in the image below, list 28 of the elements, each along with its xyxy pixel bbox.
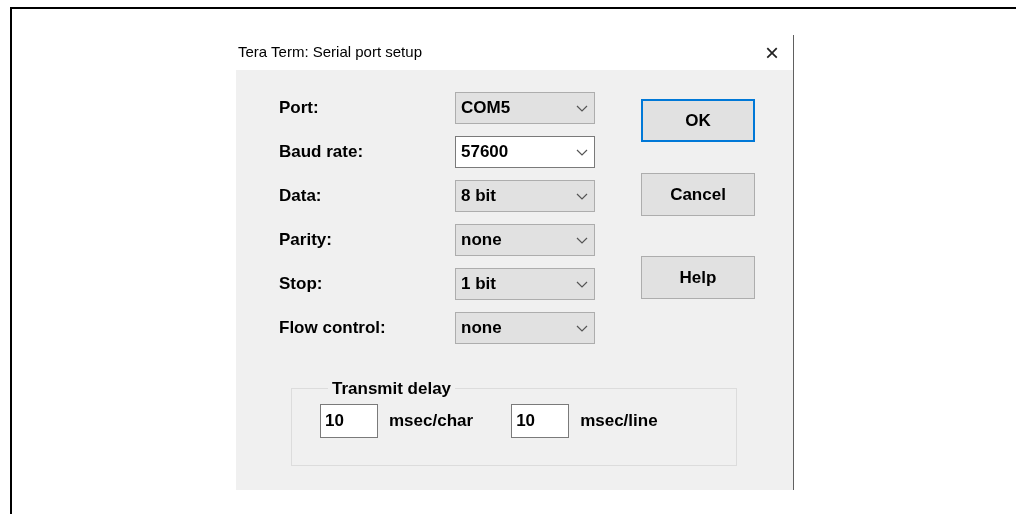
input-field[interactable]: 10 bbox=[511, 403, 570, 438]
window-title: Tera Term: Serial port setup bbox=[238, 42, 422, 63]
dropdown-field[interactable]: none bbox=[455, 224, 595, 256]
chevron-down-icon bbox=[576, 324, 588, 332]
dropdown-field[interactable]: COM5 bbox=[455, 92, 595, 124]
chevron-down-icon bbox=[576, 148, 588, 156]
dropdown-field[interactable]: none bbox=[455, 312, 595, 344]
chevron-down-icon bbox=[576, 280, 588, 288]
dropdown-field[interactable]: 8 bit bbox=[455, 180, 595, 212]
field-label: Baud rate: bbox=[279, 141, 365, 164]
close-button[interactable]: × bbox=[765, 40, 779, 65]
dialog-button[interactable]: OK bbox=[641, 99, 755, 142]
chevron-down-icon bbox=[576, 104, 588, 112]
unit-label: msec/line bbox=[580, 409, 658, 432]
field-label: Data: bbox=[279, 185, 323, 208]
field-label: Parity: bbox=[279, 229, 333, 252]
field-label: Flow control: bbox=[279, 317, 387, 340]
group-label: Transmit delay bbox=[331, 378, 453, 400]
unit-label: msec/char bbox=[389, 409, 474, 432]
input-field[interactable]: 10 bbox=[320, 403, 378, 438]
dialog-button[interactable]: Cancel bbox=[641, 173, 755, 216]
dropdown-field[interactable]: 1 bit bbox=[455, 268, 595, 300]
chevron-down-icon bbox=[576, 236, 588, 244]
chevron-down-icon bbox=[576, 192, 588, 200]
dropdown-field[interactable]: 57600 bbox=[455, 136, 595, 168]
dialog-button[interactable]: Help bbox=[641, 256, 755, 299]
field-label: Stop: bbox=[279, 273, 324, 296]
field-label: Port: bbox=[279, 97, 320, 120]
